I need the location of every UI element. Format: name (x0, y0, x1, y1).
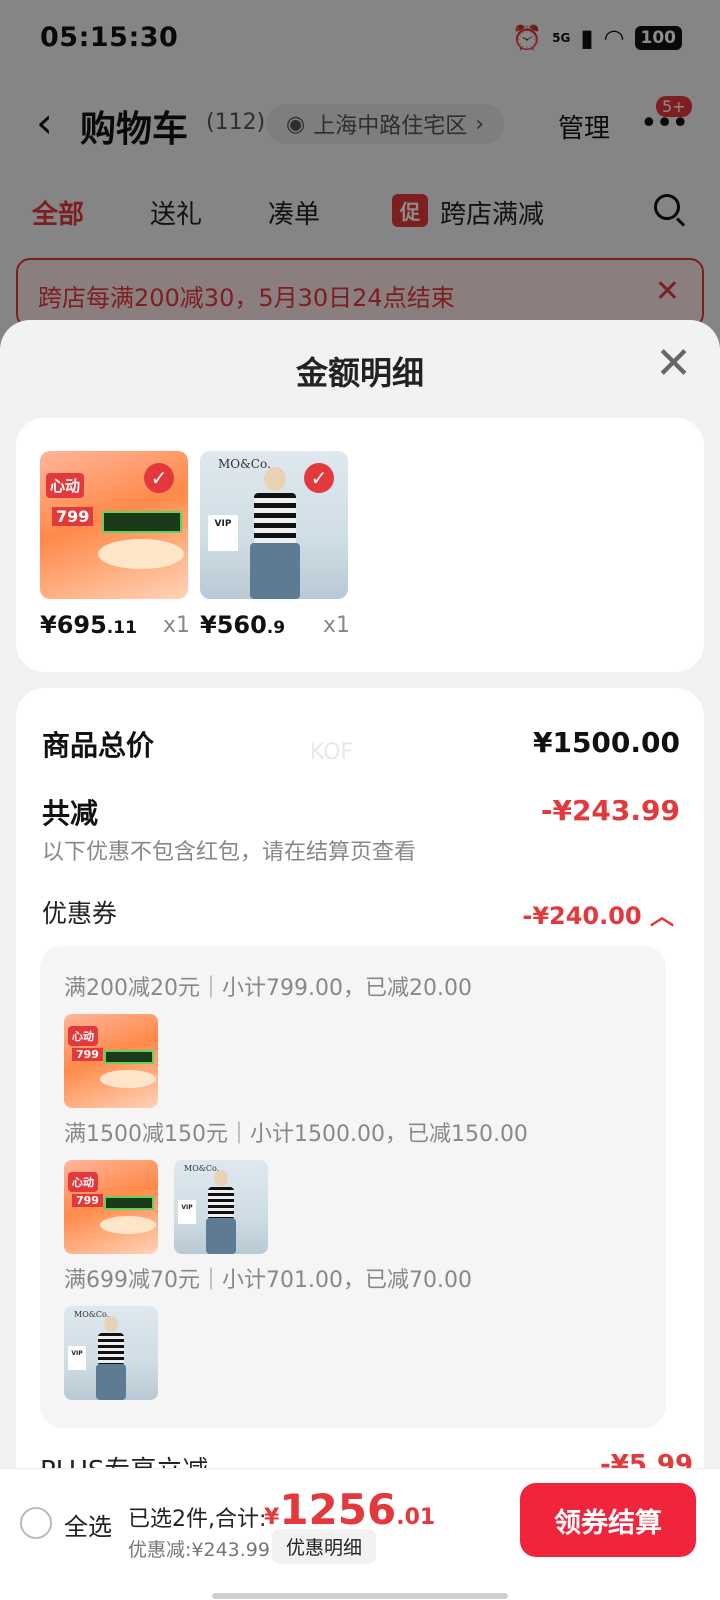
sheet-title: 金额明细 (295, 354, 424, 392)
discount-detail-button[interactable]: 优惠明细 (272, 1529, 377, 1564)
product-brand: MO&Co. (218, 457, 271, 471)
select-all-label[interactable]: 全选 (64, 1507, 112, 1542)
coupon-value[interactable]: -¥240.00 ︿ (522, 896, 674, 931)
total-price-label: 商品总价 (42, 729, 155, 762)
ssd-product-thumbnail: 心动 799 (64, 1160, 158, 1254)
vip-tag: VIP (208, 515, 238, 551)
checkout-button[interactable]: 领券结算 (520, 1483, 696, 1557)
coupon-rule: 满1500减150元｜小计1500.00，已减150.00 (64, 1122, 528, 1147)
coupon-rule: 满200减20元｜小计799.00，已减20.00 (64, 976, 472, 1001)
discount-note: 以下优惠不包含红包，请在结算页查看 (42, 840, 417, 865)
product-image-price: 799 (72, 1048, 103, 1061)
clothing-product-thumbnail: MO&Co. VIP (64, 1306, 158, 1400)
goods-quantity: x1 (162, 613, 190, 638)
coupon-breakdown: 满200减20元｜小计799.00，已减20.00 心动 799 满1500减1… (40, 946, 666, 1428)
product-image-label: 心动 (46, 473, 85, 498)
select-all-radio[interactable] (20, 1507, 52, 1539)
amount-detail-sheet: 金额明细 ✕ 心动 799 ✓ ¥695.11 x1 MO&Co. VIP ✓ (0, 320, 720, 1600)
selected-goods-card: 心动 799 ✓ ¥695.11 x1 MO&Co. VIP ✓ ¥560.9 … (16, 418, 704, 672)
product-image-price: 799 (72, 1194, 103, 1207)
discount-value: -¥243.99 (540, 794, 680, 827)
discount-summary: 优惠减:¥243.99 (128, 1539, 270, 1561)
vip-tag: VIP (68, 1346, 86, 1370)
coupon-label[interactable]: 优惠券 (42, 894, 117, 930)
close-icon[interactable]: ✕ (655, 338, 692, 389)
watermark: KOF (310, 740, 354, 765)
selected-count: 已选2件,合计: (128, 1507, 267, 1532)
product-image-label: 心动 (68, 1026, 98, 1046)
checkout-bar: 全选 已选2件,合计: ¥1256.01 优惠减:¥243.99 优惠明细 领券… (0, 1468, 720, 1600)
checkmark-icon: ✓ (144, 463, 174, 493)
goods-price: ¥560.9 (200, 611, 286, 639)
clothing-product-image: MO&Co. VIP ✓ (200, 451, 348, 599)
clothing-product-thumbnail: MO&Co. VIP (174, 1160, 268, 1254)
discount-label: 共减 (42, 797, 99, 830)
ssd-product-thumbnail: 心动 799 (64, 1014, 158, 1108)
product-image-label: 心动 (68, 1172, 98, 1192)
product-image-price: 799 (52, 507, 94, 526)
total-price-value: ¥1500.00 (532, 726, 680, 759)
goods-quantity: x1 (322, 613, 350, 638)
goods-price: ¥695.11 (40, 611, 137, 639)
goods-item[interactable]: 心动 799 ✓ ¥695.11 x1 (40, 451, 190, 639)
checkmark-icon: ✓ (304, 463, 334, 493)
product-brand: MO&Co. (74, 1310, 110, 1319)
coupon-rule: 满699减70元｜小计701.00，已减70.00 (64, 1268, 472, 1293)
total-amount: ¥1256.01 (264, 1485, 436, 1534)
vip-tag: VIP (178, 1200, 196, 1224)
home-indicator[interactable] (212, 1593, 508, 1599)
chevron-up-icon: ︿ (650, 902, 674, 930)
product-brand: MO&Co. (184, 1164, 220, 1173)
ssd-product-image: 心动 799 ✓ (40, 451, 188, 599)
goods-item[interactable]: MO&Co. VIP ✓ ¥560.9 x1 (200, 451, 350, 639)
